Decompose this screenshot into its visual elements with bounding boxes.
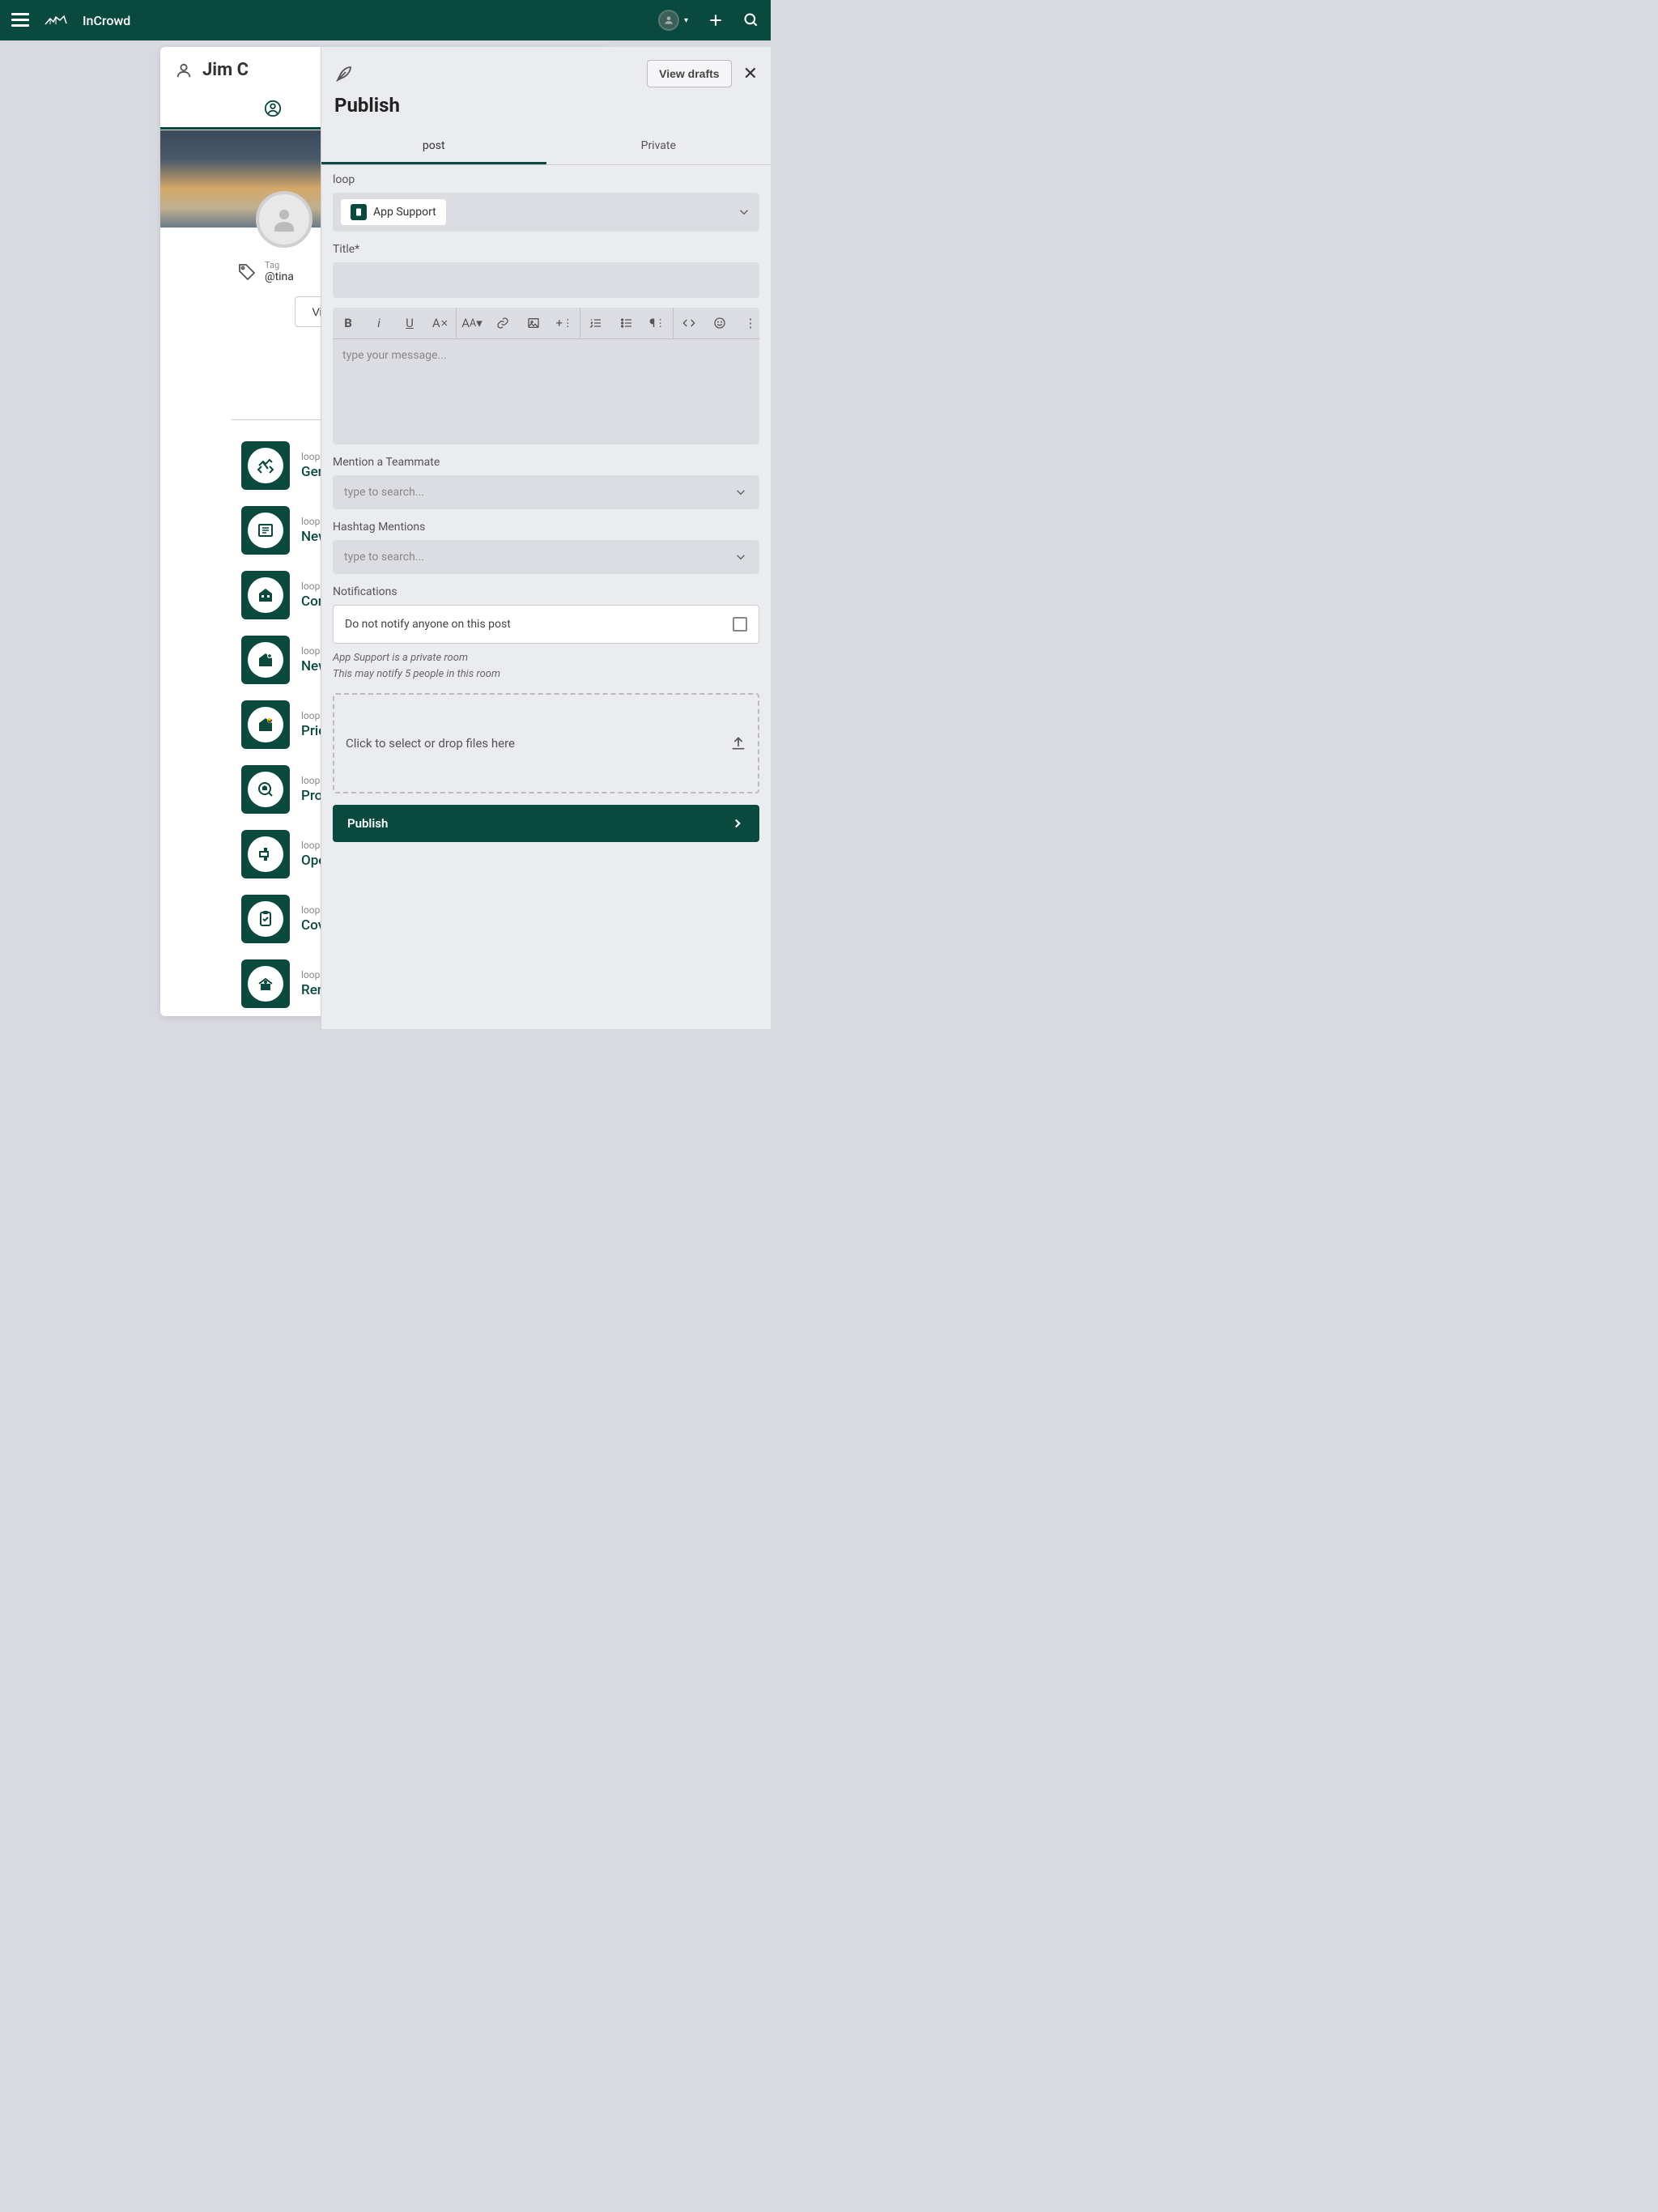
notify-checkbox-row[interactable]: Do not notify anyone on this post xyxy=(333,605,759,644)
mention-label: Mention a Teammate xyxy=(333,456,759,469)
hamburger-menu-icon[interactable] xyxy=(11,13,29,28)
insert-button[interactable]: +⋮ xyxy=(549,308,580,338)
mention-select[interactable]: type to search... xyxy=(333,475,759,509)
more-button[interactable]: ⋮ xyxy=(735,308,766,338)
close-icon[interactable]: ✕ xyxy=(743,64,758,84)
underline-button[interactable]: U xyxy=(394,308,425,338)
ordered-list-button[interactable] xyxy=(580,308,611,338)
italic-button[interactable]: i xyxy=(363,308,394,338)
clear-format-button[interactable]: A⨯ xyxy=(425,308,456,338)
image-button[interactable] xyxy=(518,308,549,338)
unordered-list-button[interactable] xyxy=(611,308,642,338)
tag-label: Tag xyxy=(265,260,294,270)
loop-icon xyxy=(241,959,290,1008)
app-header: InCrowd ▾ xyxy=(0,0,771,40)
loop-icon xyxy=(241,700,290,749)
hashtag-select[interactable]: type to search... xyxy=(333,540,759,574)
loop-icon xyxy=(241,571,290,619)
code-button[interactable] xyxy=(674,308,704,338)
font-size-button[interactable]: AA▾ xyxy=(457,308,487,338)
search-icon[interactable] xyxy=(743,12,759,28)
upload-icon xyxy=(730,735,746,751)
hashtag-placeholder: type to search... xyxy=(344,551,424,564)
app-support-icon xyxy=(351,204,367,220)
loop-field-label: loop xyxy=(333,173,759,186)
notify-checkbox-label: Do not notify anyone on this post xyxy=(345,618,511,631)
file-dropzone[interactable]: Click to select or drop files here xyxy=(333,693,759,793)
chevron-down-icon xyxy=(737,205,751,219)
notify-info: App Support is a private room This may n… xyxy=(333,650,759,682)
title-field-label: Title* xyxy=(333,243,759,256)
loop-icon xyxy=(241,441,290,490)
editor-toolbar: B i U A⨯ AA▾ +⋮ ¶⋮ ⋮ xyxy=(333,308,759,339)
chevron-down-icon xyxy=(733,485,748,500)
loop-chip-label: App Support xyxy=(373,206,436,219)
loop-chip: App Support xyxy=(341,199,446,225)
app-logo xyxy=(44,12,68,28)
paragraph-button[interactable]: ¶⋮ xyxy=(642,308,673,338)
tab-private[interactable]: Private xyxy=(546,130,772,164)
view-drafts-button[interactable]: View drafts xyxy=(647,60,731,87)
plus-icon[interactable] xyxy=(708,12,724,28)
checkbox-icon xyxy=(733,617,747,632)
person-icon xyxy=(175,62,193,79)
message-editor[interactable]: type your message... xyxy=(333,339,759,445)
loop-icon xyxy=(241,895,290,943)
notify-label: Notifications xyxy=(333,585,759,598)
tab-post[interactable]: post xyxy=(321,130,546,164)
hashtag-label: Hashtag Mentions xyxy=(333,521,759,534)
publish-button[interactable]: Publish xyxy=(333,805,759,842)
tag-icon xyxy=(237,262,257,282)
tag-value: @tina xyxy=(265,270,294,283)
profile-name: Jim C xyxy=(202,60,249,80)
mention-placeholder: type to search... xyxy=(344,486,424,499)
chevron-right-icon xyxy=(730,816,745,831)
user-menu[interactable]: ▾ xyxy=(658,10,688,31)
feather-icon xyxy=(334,64,354,83)
loop-select[interactable]: App Support xyxy=(333,193,759,232)
loop-icon xyxy=(241,506,290,555)
link-button[interactable] xyxy=(487,308,518,338)
caret-down-icon: ▾ xyxy=(684,16,688,25)
chevron-down-icon xyxy=(733,550,748,564)
loop-icon xyxy=(241,830,290,878)
profile-avatar xyxy=(256,191,312,248)
loop-icon xyxy=(241,765,290,814)
emoji-button[interactable] xyxy=(704,308,735,338)
bold-button[interactable]: B xyxy=(333,308,363,338)
publish-panel: View drafts ✕ Publish post Private loop … xyxy=(321,47,771,1029)
title-input[interactable] xyxy=(333,262,759,298)
loop-icon xyxy=(241,636,290,684)
app-name: InCrowd xyxy=(83,13,130,28)
publish-button-label: Publish xyxy=(347,816,388,831)
avatar-icon xyxy=(658,10,679,31)
dropzone-label: Click to select or drop files here xyxy=(346,736,515,751)
publish-title: Publish xyxy=(334,94,758,117)
person-circle-icon xyxy=(264,100,282,117)
